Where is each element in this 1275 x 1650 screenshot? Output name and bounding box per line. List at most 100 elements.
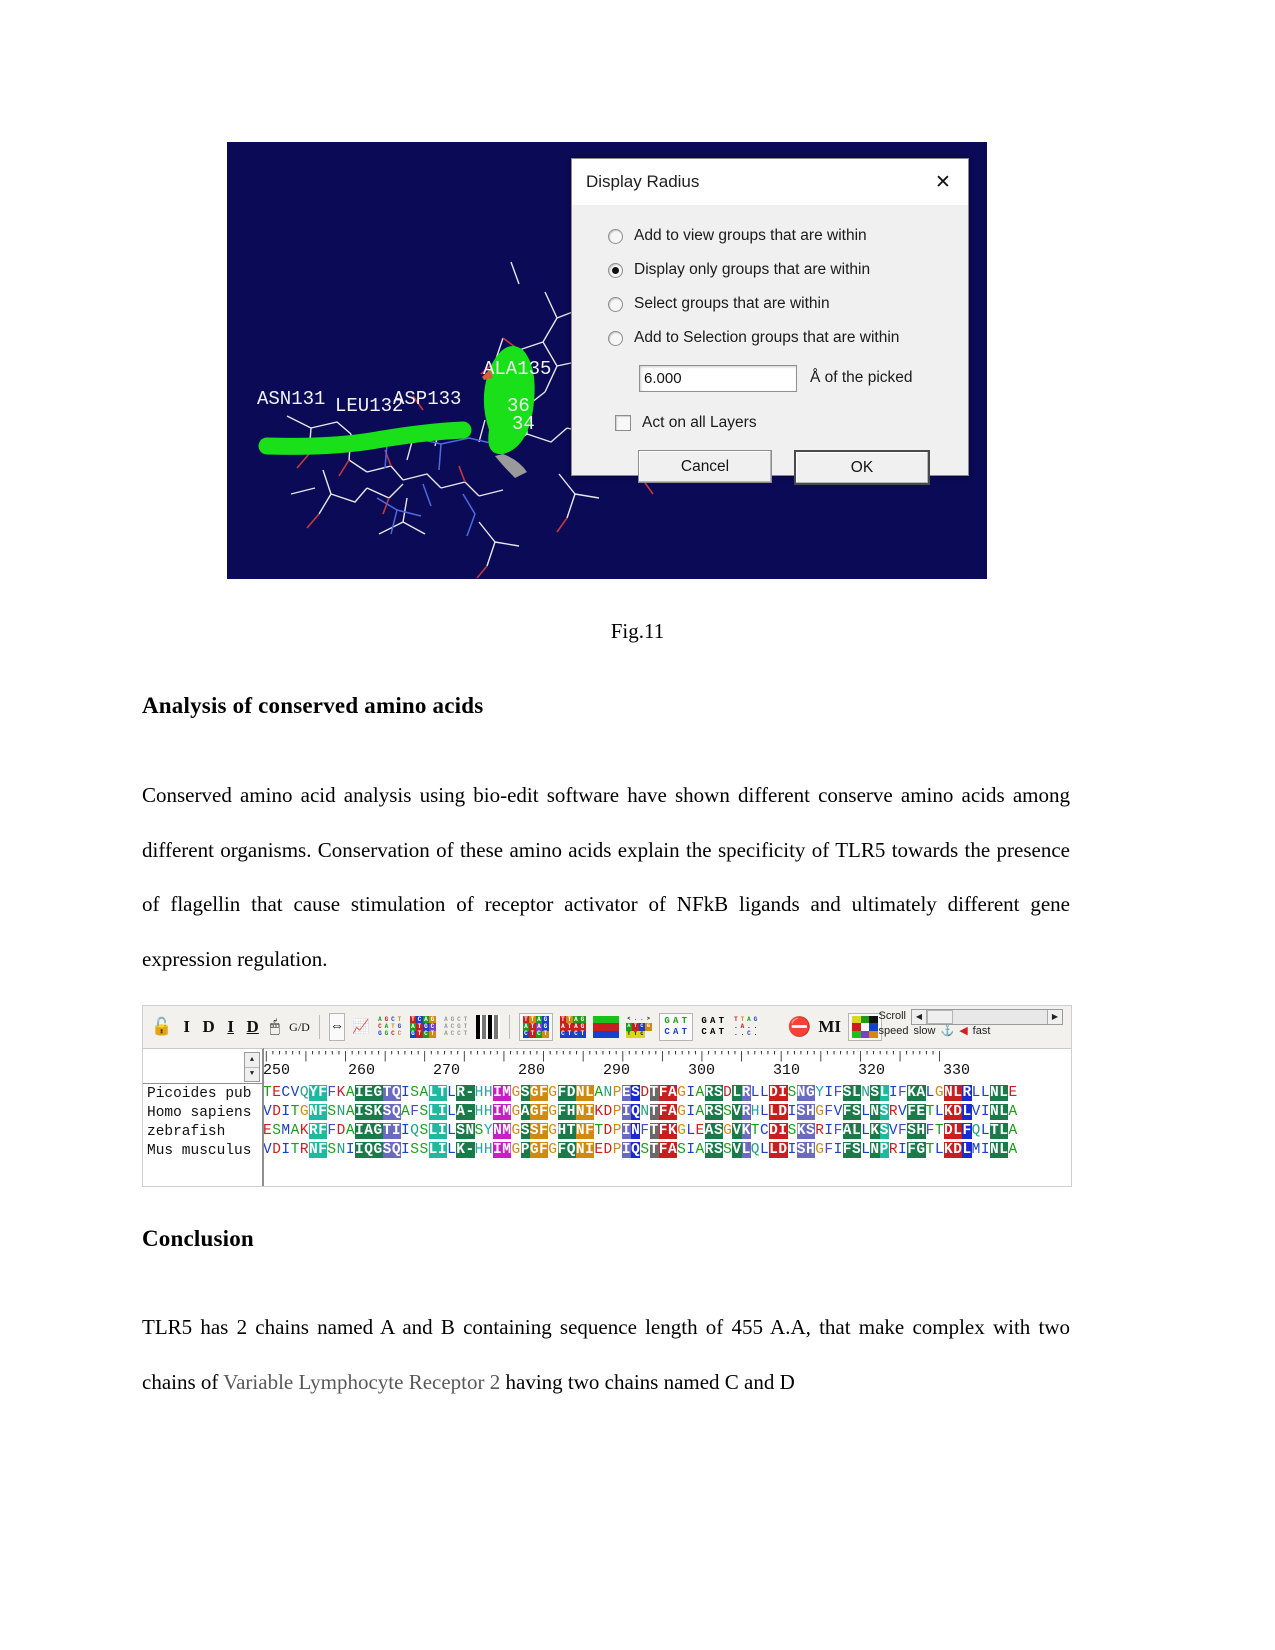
ruler-tick-330: 330 xyxy=(943,1062,971,1079)
gap-distance-icon[interactable]: G/D xyxy=(289,1014,310,1040)
block-icon[interactable] xyxy=(592,1016,619,1038)
palette-icon[interactable] xyxy=(848,1013,883,1041)
radio-label: Add to view groups that are within xyxy=(634,227,867,244)
sequence-row[interactable]: TECVQYFFKAIEGTQISALTLR-HHIMGSGFGFDNLANPE… xyxy=(263,1084,1071,1103)
cat-icon[interactable]: GAT CAT xyxy=(700,1016,726,1038)
radio-option-display-only[interactable]: Display only groups that are within xyxy=(572,253,968,287)
delete-mode-icon[interactable]: D xyxy=(201,1014,216,1040)
molecular-viewer-canvas[interactable]: ASN131 LEU132 ASP133 ALA135 36 34 Displa… xyxy=(227,142,987,579)
speed-label: speed xyxy=(878,1025,909,1037)
sequence-residue-column[interactable]: TECVQYFFKAIEGTQISALTLR-HHIMGSGFGFDNLANPE… xyxy=(263,1083,1071,1186)
ruler-tick-300: 300 xyxy=(688,1062,716,1079)
radio-icon-selected[interactable] xyxy=(608,262,623,278)
dialog-buttons: Cancel OK xyxy=(572,440,968,485)
slow-anchor-icon[interactable]: ⚓ xyxy=(940,1025,954,1039)
ok-button[interactable]: OK xyxy=(794,450,930,485)
close-icon[interactable]: ✕ xyxy=(922,160,964,204)
row-spinner[interactable]: ▲ ▼ xyxy=(244,1052,260,1082)
radio-icon[interactable] xyxy=(608,228,623,244)
sequence-row[interactable]: VDITRNFSNIIQGSQISSLILK-HHIMGPGFGFQNIEDPI… xyxy=(263,1141,1071,1160)
mouse-mode-icon[interactable]: 🖱 xyxy=(267,1014,282,1040)
radius-input[interactable]: 6.000 xyxy=(639,364,797,392)
ruler-tick-270: 270 xyxy=(433,1062,461,1079)
dialog-titlebar[interactable]: Display Radius ✕ xyxy=(572,159,968,205)
feature-icon[interactable]: TTAG ATAG CTCT xyxy=(559,1016,586,1038)
ruler-tick-250: 250 xyxy=(263,1062,291,1079)
sequence-color-icon[interactable]: AGCT CATG GGCC xyxy=(377,1016,403,1038)
act-on-all-layers-row[interactable]: Act on all Layers xyxy=(572,396,968,440)
residue-label-ala135: ALA135 xyxy=(483,358,552,380)
paragraph-conclusion: TLR5 has 2 chains named A and B containi… xyxy=(142,1300,1070,1409)
ruler-tick-260: 260 xyxy=(348,1062,376,1079)
toolbar-divider xyxy=(508,1015,510,1039)
scroll-right-arrow-icon[interactable]: ▶ xyxy=(1047,1010,1062,1024)
ruler-tick-320: 320 xyxy=(858,1062,886,1079)
rainbow-icon[interactable]: TTAG ATAG CTCT xyxy=(518,1013,553,1041)
scroll-label: Scroll xyxy=(878,1010,906,1023)
dots-icon[interactable]: <.. > ATCG TTC xyxy=(625,1016,652,1038)
radio-label: Display only groups that are within xyxy=(634,261,871,278)
bioedit-sequence-rows[interactable]: Picoides pub Homo sapiens zebrafish Mus … xyxy=(143,1083,1071,1186)
identity-color-icon[interactable]: TCAG ATGC GTCT xyxy=(409,1016,436,1038)
heading-conclusion: Conclusion xyxy=(142,1226,254,1251)
plot-icon[interactable]: 📈 xyxy=(352,1014,369,1040)
radio-icon[interactable] xyxy=(608,330,623,346)
delete-underline-icon[interactable]: D xyxy=(245,1014,260,1040)
radio-label: Add to Selection groups that are within xyxy=(634,329,900,346)
ruler-tick-280: 280 xyxy=(518,1062,546,1079)
radio-option-add-to-view[interactable]: Add to view groups that are within xyxy=(572,219,968,253)
name-column-header: ▲ ▼ xyxy=(143,1049,263,1083)
shade-icon[interactable]: AGCT ACGT ACCT xyxy=(443,1016,469,1038)
fast-label: fast xyxy=(972,1025,991,1037)
tag-icon[interactable]: TTAG .A.. ..C. xyxy=(733,1016,759,1038)
dialog-body: Add to view groups that are within Displ… xyxy=(572,205,968,485)
residue-label-asp133: ASP133 xyxy=(393,388,462,410)
sequence-name[interactable]: Picoides pub xyxy=(143,1085,262,1104)
sequence-row[interactable]: VDITGNFSNAISKSQAFSLILA-HHIMGAGFGFHNIKDPI… xyxy=(263,1103,1071,1122)
name-column-divider xyxy=(263,1048,264,1186)
scroll-speed-slider[interactable]: ◀ ▶ xyxy=(911,1009,1063,1025)
gat-icon[interactable]: GAT CAT xyxy=(658,1013,693,1041)
bioedit-toolbar[interactable]: 🔓 I D I D 🖱 G/D ⇔ 📈 AGCT CATG GGCC TCAG … xyxy=(143,1006,1071,1049)
residue-label-fragment-34: 34 xyxy=(512,413,535,435)
sequence-name[interactable]: Homo sapiens xyxy=(143,1104,262,1123)
document-page: ASN131 LEU132 ASP133 ALA135 36 34 Displa… xyxy=(0,0,1275,1650)
center-align-icon[interactable]: ⇔ xyxy=(328,1013,346,1041)
sequence-name[interactable]: zebrafish xyxy=(143,1123,262,1142)
bioedit-ruler-area: ▲ ▼ |'''''|'''''|'''''|'''''|'''''|'''''|… xyxy=(143,1049,1071,1083)
scroll-speed-control[interactable]: Scroll ◀ ▶ speed slow ⚓ ◀ fast xyxy=(878,1009,1063,1039)
no-entry-icon[interactable]: ⛔ xyxy=(788,1014,812,1040)
fast-arrow-icon[interactable]: ◀ xyxy=(959,1025,967,1039)
position-ruler: |'''''|'''''|'''''|'''''|'''''|'''''|'''… xyxy=(263,1049,1071,1083)
residue-label-asn131: ASN131 xyxy=(257,388,326,410)
figure-11: ASN131 LEU132 ASP133 ALA135 36 34 Displa… xyxy=(227,142,987,579)
checkbox-label: Act on all Layers xyxy=(642,414,757,431)
ruler-tick-290: 290 xyxy=(603,1062,631,1079)
figure-caption: Fig.11 xyxy=(610,619,665,643)
ruler-ticks: |'''''|'''''|'''''|'''''|'''''|'''''|'''… xyxy=(263,1051,943,1063)
scroll-left-arrow-icon[interactable]: ◀ xyxy=(912,1010,927,1024)
checkbox-icon[interactable] xyxy=(615,415,631,431)
sequence-name[interactable]: Mus musculus xyxy=(143,1142,262,1161)
conclusion-grey-term: Variable Lymphocyte Receptor 2 xyxy=(223,1369,501,1394)
radius-unit-label: Å of the picked xyxy=(810,369,913,386)
radius-value-row: 6.000 Å of the picked xyxy=(572,355,968,396)
slow-label: slow xyxy=(913,1025,936,1037)
insert-mode-icon[interactable]: I xyxy=(179,1014,194,1040)
scroll-thumb[interactable] xyxy=(927,1010,953,1024)
sequence-row[interactable]: ESMAKRFFDAIAGTIIQSLILSNSYNMGSSFGHTNFTDPI… xyxy=(263,1122,1071,1141)
insert-underline-icon[interactable]: I xyxy=(223,1014,238,1040)
mi-icon[interactable]: MI xyxy=(818,1014,841,1040)
radio-label: Select groups that are within xyxy=(634,295,830,312)
paragraph-intro: Conserved amino acid analysis using bio-… xyxy=(142,783,1070,971)
sequence-name-column[interactable]: Picoides pub Homo sapiens zebrafish Mus … xyxy=(143,1083,263,1186)
cancel-button[interactable]: Cancel xyxy=(638,450,772,483)
greyscale-icon[interactable] xyxy=(475,1015,500,1039)
radio-option-select-groups[interactable]: Select groups that are within xyxy=(572,287,968,321)
bioedit-alignment-panel[interactable]: 🔓 I D I D 🖱 G/D ⇔ 📈 AGCT CATG GGCC TCAG … xyxy=(142,1005,1072,1187)
unlock-icon[interactable]: 🔓 xyxy=(151,1014,172,1040)
radio-option-add-to-selection[interactable]: Add to Selection groups that are within xyxy=(572,321,968,355)
dialog-title: Display Radius xyxy=(586,172,700,191)
radio-icon[interactable] xyxy=(608,296,623,312)
display-radius-dialog[interactable]: Display Radius ✕ Add to view groups that… xyxy=(571,158,969,485)
